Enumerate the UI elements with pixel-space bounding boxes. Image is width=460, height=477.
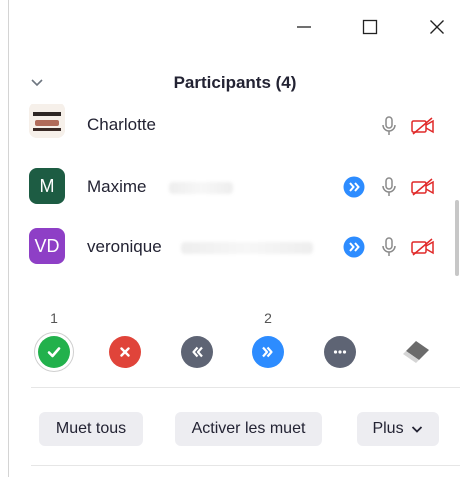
participant-list: Charlotte M Maxime VD veronique	[9, 104, 460, 284]
x-icon	[120, 347, 130, 357]
participant-row[interactable]: M Maxime	[9, 158, 460, 216]
participant-row[interactable]: Charlotte	[9, 104, 460, 156]
participant-name: Maxime	[87, 177, 147, 196]
video-off-icon[interactable]	[410, 113, 436, 139]
avatar: VD	[29, 228, 65, 264]
participant-row[interactable]: VD veronique	[9, 218, 460, 276]
mic-icon[interactable]	[376, 113, 402, 139]
participant-name: Charlotte	[87, 115, 156, 134]
fast-forward-icon	[262, 346, 273, 358]
go-faster-button[interactable]	[252, 336, 284, 368]
yes-button[interactable]	[38, 336, 70, 368]
participants-window: Participants (4) Charlotte M Maxime VD v…	[8, 0, 460, 477]
title-bar	[9, 0, 460, 54]
mute-all-button[interactable]: Muet tous	[39, 412, 143, 446]
video-off-icon[interactable]	[410, 234, 436, 260]
mic-icon[interactable]	[376, 174, 402, 200]
reaction-count-yes: 1	[50, 310, 58, 326]
eraser-icon	[403, 341, 429, 363]
panel-header: Participants (4)	[9, 66, 460, 102]
go-slower-button[interactable]	[181, 336, 213, 368]
maximize-icon	[362, 19, 378, 35]
rewind-icon	[192, 346, 203, 358]
close-icon	[430, 20, 444, 34]
more-icon	[333, 350, 347, 354]
close-button[interactable]	[422, 12, 452, 42]
more-button[interactable]: Plus	[357, 412, 439, 446]
chevron-down-icon	[411, 426, 422, 433]
nonverbal-feedback-bar: 1 2	[9, 302, 460, 372]
no-button[interactable]	[109, 336, 141, 368]
maximize-button[interactable]	[355, 12, 385, 42]
redacted-surname	[181, 242, 313, 254]
clear-feedback-button[interactable]	[400, 336, 432, 368]
unmute-all-button[interactable]: Activer les muet	[175, 412, 322, 446]
fast-forward-icon	[341, 174, 367, 200]
more-button-label: Plus	[372, 420, 404, 437]
fast-forward-icon	[341, 234, 367, 260]
reaction-count-go-faster: 2	[264, 310, 272, 326]
avatar	[29, 104, 65, 138]
participant-name: veronique	[87, 237, 162, 256]
more-reactions-button[interactable]	[324, 336, 356, 368]
check-icon	[47, 347, 61, 358]
mic-icon[interactable]	[376, 234, 402, 260]
video-off-icon[interactable]	[410, 174, 436, 200]
divider	[31, 465, 460, 466]
divider	[31, 387, 460, 388]
minimize-icon	[297, 26, 311, 28]
avatar: M	[29, 168, 65, 204]
minimize-button[interactable]	[289, 12, 319, 42]
profile-photo-icon	[29, 104, 65, 138]
scrollbar[interactable]	[455, 200, 459, 276]
redacted-surname	[169, 182, 233, 194]
panel-title: Participants (4)	[173, 73, 297, 92]
